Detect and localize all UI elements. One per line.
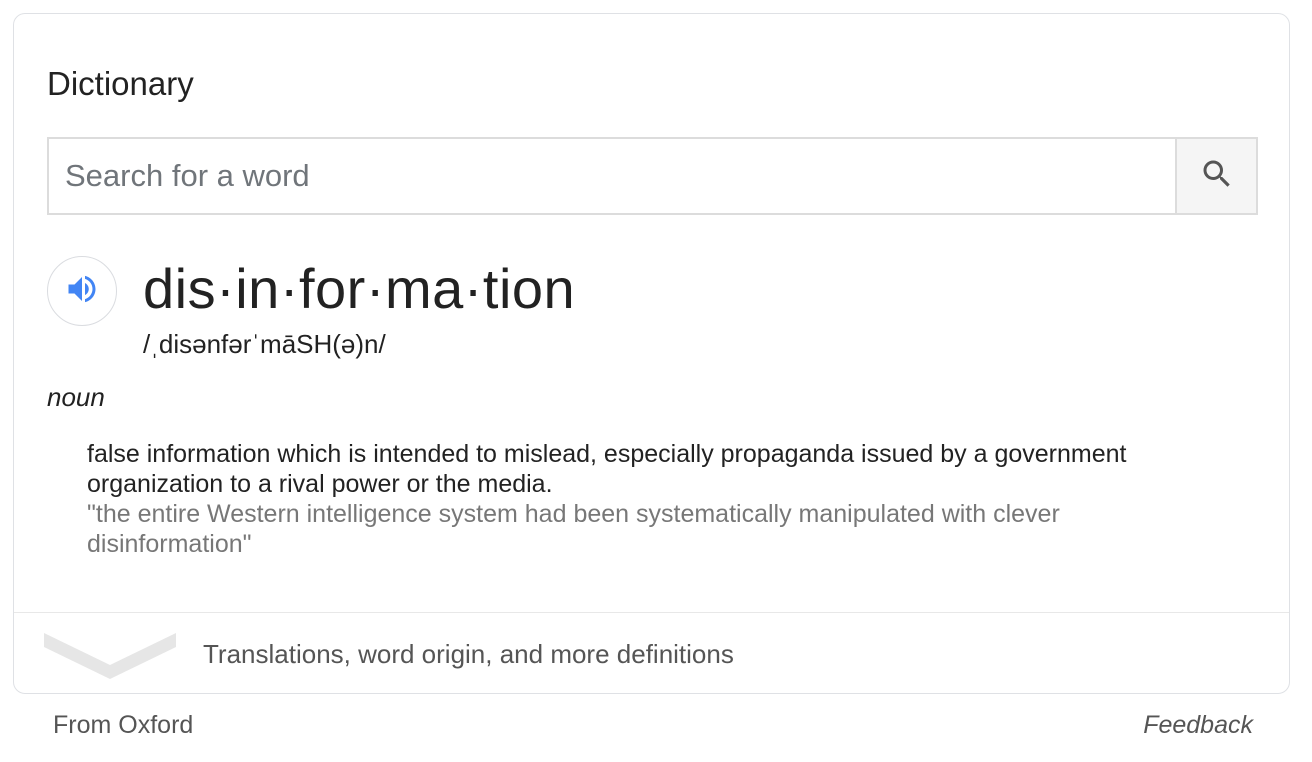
example-sentence: "the entire Western intelligence system … [87,500,1060,558]
dictionary-card: Dictionary dis·in·for·ma·tion /ˌdisənfər… [13,13,1290,694]
more-definitions-toggle[interactable]: Translations, word origin, and more defi… [14,613,1289,693]
search-input[interactable] [49,139,1175,213]
search-box [47,137,1258,215]
search-icon [1199,156,1235,197]
phonetic-spelling: /ˌdisənfərˈmāSH(ə)n/ [143,329,386,359]
speaker-icon [64,271,100,312]
chevron-down-icon [44,633,176,684]
part-of-speech: noun [47,382,105,412]
headword: dis·in·for·ma·tion [143,257,576,320]
source-attribution: From Oxford [53,711,194,739]
definition-text: false information which is intended to m… [87,440,1127,498]
feedback-link[interactable]: Feedback [1143,708,1253,742]
pronunciation-button[interactable] [47,256,117,326]
card-title: Dictionary [47,65,194,102]
more-definitions-label: Translations, word origin, and more defi… [203,639,734,669]
search-button[interactable] [1175,139,1256,213]
